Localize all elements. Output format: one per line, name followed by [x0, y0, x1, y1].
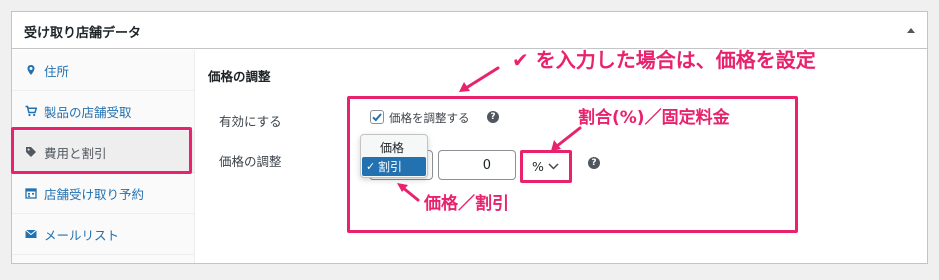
arrow-to-unit [555, 126, 582, 148]
arrow-to-checkbox [464, 66, 500, 90]
annotation-checkbox: ✔ を入力した場合は、価格を設定 [512, 48, 816, 72]
annotation-type: 価格／割引 [424, 194, 509, 214]
annotation-arrows [397, 66, 582, 202]
annotation-unit: 割合(%)／固定料金 [578, 108, 730, 128]
